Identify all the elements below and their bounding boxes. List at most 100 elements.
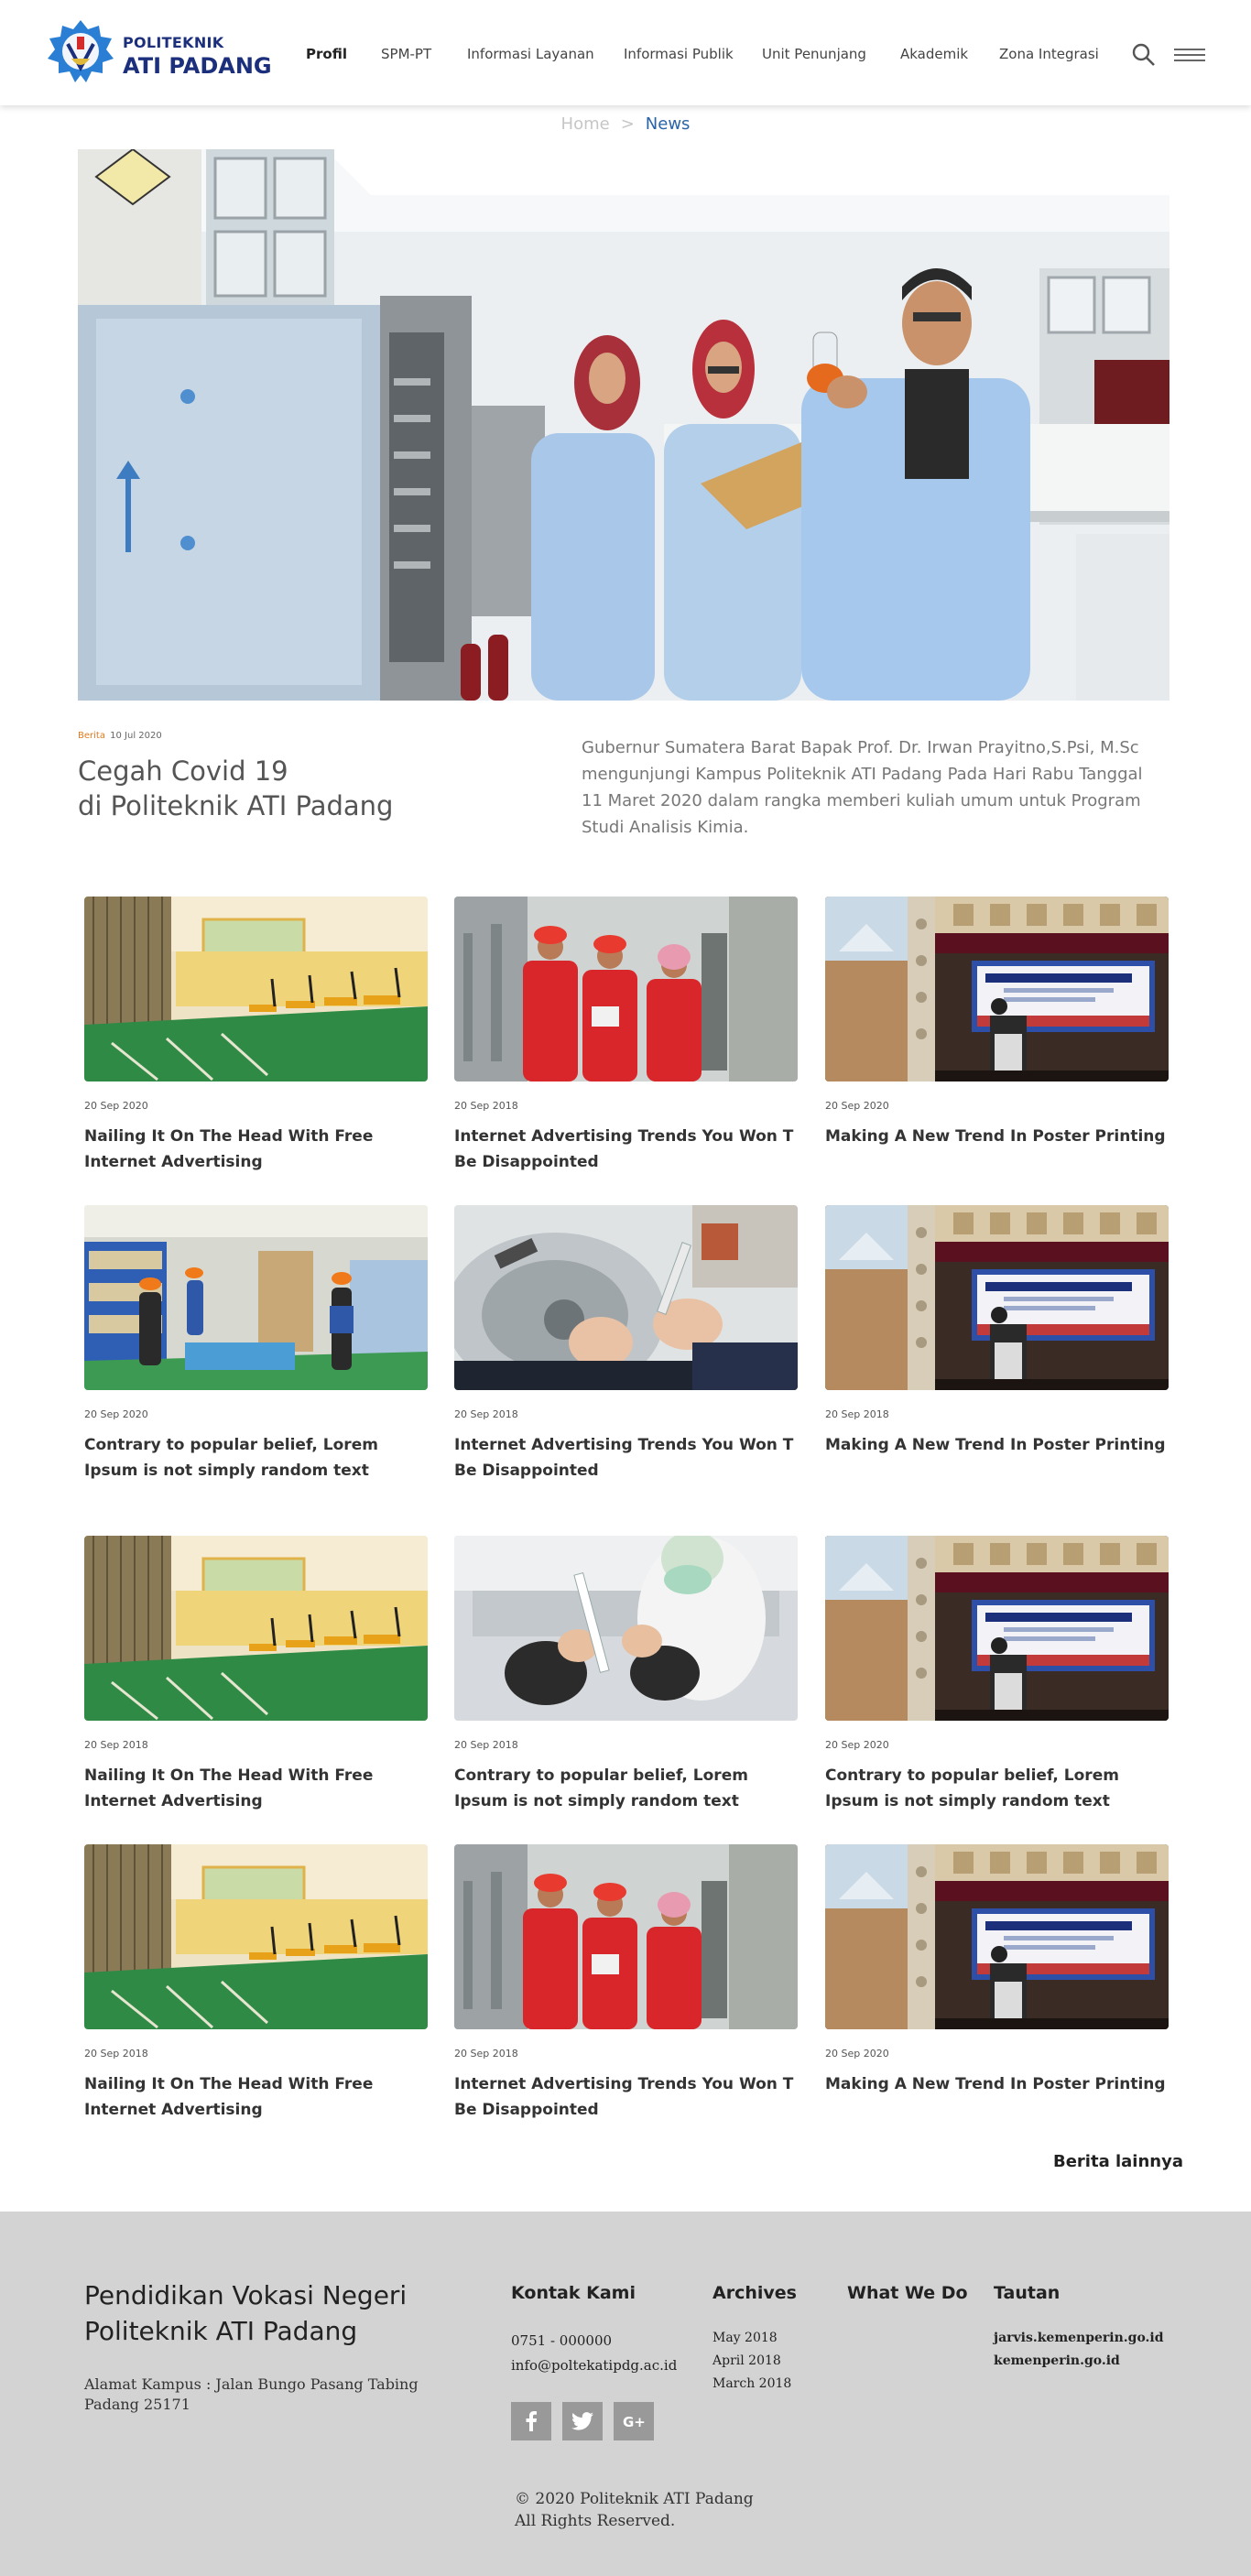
news-card-title[interactable]: Internet Advertising Trends You Won T Be…	[454, 1432, 798, 1484]
footer-archive-item[interactable]: April 2018	[713, 2353, 781, 2368]
footer-title-line1: Pendidikan Vokasi Negeri	[84, 2280, 408, 2310]
news-card[interactable]: 20 Sep 2018 Internet Advertising Trends …	[454, 1844, 798, 2123]
news-card-image[interactable]	[454, 1205, 798, 1390]
facebook-icon	[526, 2411, 537, 2431]
featured-hero-image[interactable]	[78, 149, 1169, 701]
news-card-image[interactable]	[84, 1205, 428, 1390]
news-card-title[interactable]: Making A New Trend In Poster Printing	[825, 1124, 1169, 1149]
news-card-image[interactable]	[84, 1844, 428, 2029]
news-card-title[interactable]: Internet Advertising Trends You Won T Be…	[454, 2071, 798, 2123]
news-card-title[interactable]: Nailing It On The Head With Free Interne…	[84, 1124, 428, 1175]
footer-archives-heading: Archives	[713, 2283, 797, 2303]
news-card[interactable]: 20 Sep 2018 Making A New Trend In Poster…	[825, 1205, 1169, 1458]
news-card-image[interactable]	[454, 1844, 798, 2029]
news-card[interactable]: 20 Sep 2018 Contrary to popular belief, …	[454, 1536, 798, 1814]
brand-top-text: POLITEKNIK	[123, 34, 224, 51]
featured-meta: Berita 10 Jul 2020	[78, 731, 162, 741]
site-footer: Pendidikan Vokasi Negeri Politeknik ATI …	[0, 2212, 1251, 2576]
footer-address: Alamat Kampus : Jalan Bungo Pasang Tabin…	[84, 2375, 451, 2415]
politeknik-logo[interactable]	[44, 16, 117, 86]
news-card-title[interactable]: Contrary to popular belief, Lorem Ipsum …	[825, 1763, 1169, 1814]
news-card[interactable]: 20 Sep 2020 Contrary to popular belief, …	[825, 1536, 1169, 1814]
footer-archive-item[interactable]: March 2018	[713, 2376, 791, 2391]
news-card[interactable]: 20 Sep 2018 Nailing It On The Head With …	[84, 1844, 428, 2123]
news-card-image[interactable]	[454, 897, 798, 1081]
news-card[interactable]: 20 Sep 2020 Contrary to popular belief, …	[84, 1205, 428, 1484]
news-card-date: 20 Sep 2020	[825, 2048, 889, 2060]
breadcrumb: Home > News	[0, 114, 1251, 134]
google-plus-button[interactable]: G+	[614, 2402, 654, 2440]
footer-address-line1: Alamat Kampus : Jalan Bungo Pasang Tabin…	[84, 2375, 419, 2393]
footer-title: Pendidikan Vokasi Negeri Politeknik ATI …	[84, 2277, 469, 2349]
news-card-title[interactable]: Nailing It On The Head With Free Interne…	[84, 2071, 428, 2123]
footer-email[interactable]: info@poltekatipdg.ac.id	[511, 2357, 677, 2374]
news-card-image[interactable]	[84, 1536, 428, 1721]
news-card[interactable]: 20 Sep 2020 Nailing It On The Head With …	[84, 897, 428, 1175]
nav-unit-penunjang[interactable]: Unit Penunjang	[762, 46, 866, 62]
news-card[interactable]: 20 Sep 2018 Internet Advertising Trends …	[454, 897, 798, 1175]
footer-contact-heading: Kontak Kami	[511, 2283, 636, 2303]
footer-link-item[interactable]: jarvis.kemenperin.go.id	[994, 2331, 1164, 2345]
news-card-image[interactable]	[825, 1844, 1169, 2029]
twitter-button[interactable]	[562, 2402, 603, 2440]
footer-link-item[interactable]: kemenperin.go.id	[994, 2353, 1120, 2368]
news-card-image[interactable]	[825, 897, 1169, 1081]
google-plus-icon: G+	[623, 2414, 645, 2429]
news-card-date: 20 Sep 2020	[825, 1100, 889, 1112]
news-card-title[interactable]: Making A New Trend In Poster Printing	[825, 1432, 1169, 1458]
brand-bottom-text: ATI PADANG	[123, 53, 272, 79]
news-card-image[interactable]	[825, 1536, 1169, 1721]
news-card-date: 20 Sep 2018	[454, 1739, 518, 1751]
footer-archive-item[interactable]: May 2018	[713, 2331, 778, 2345]
nav-akademik[interactable]: Akademik	[900, 46, 968, 62]
news-card-date: 20 Sep 2018	[454, 1100, 518, 1112]
breadcrumb-separator: >	[620, 114, 635, 134]
nav-spm-pt[interactable]: SPM-PT	[381, 46, 431, 62]
featured-category[interactable]: Berita	[78, 731, 105, 741]
site-header: POLITEKNIK ATI PADANG Profil SPM-PT Info…	[0, 0, 1251, 105]
copyright-line1: © 2020 Politeknik ATI Padang	[515, 2490, 754, 2508]
footer-what-we-do-heading[interactable]: What We Do	[847, 2283, 968, 2303]
featured-title[interactable]: Cegah Covid 19 di Politeknik ATI Padang	[78, 754, 517, 823]
news-card-image[interactable]	[84, 897, 428, 1081]
news-card-date: 20 Sep 2018	[454, 2048, 518, 2060]
news-card-date: 20 Sep 2020	[84, 1100, 148, 1112]
svg-text:G+: G+	[623, 2414, 645, 2429]
breadcrumb-current: News	[645, 114, 691, 134]
news-card-title[interactable]: Making A New Trend In Poster Printing	[825, 2071, 1169, 2097]
news-card-image[interactable]	[454, 1536, 798, 1721]
nav-informasi-layanan[interactable]: Informasi Layanan	[467, 46, 594, 62]
news-card[interactable]: 20 Sep 2020 Making A New Trend In Poster…	[825, 1844, 1169, 2097]
news-card-date: 20 Sep 2020	[825, 1739, 889, 1751]
news-card-image[interactable]	[825, 1205, 1169, 1390]
footer-title-line2: Politeknik ATI Padang	[84, 2316, 358, 2346]
footer-links-heading: Tautan	[994, 2283, 1061, 2303]
facebook-button[interactable]	[511, 2402, 551, 2440]
breadcrumb-home[interactable]: Home	[561, 114, 610, 134]
news-card-date: 20 Sep 2018	[84, 1739, 148, 1751]
news-card-date: 20 Sep 2020	[84, 1408, 148, 1420]
featured-title-line2: di Politeknik ATI Padang	[78, 790, 394, 821]
featured-title-line1: Cegah Covid 19	[78, 755, 288, 787]
copyright-line2: All Rights Reserved.	[515, 2512, 676, 2530]
search-icon[interactable]	[1132, 43, 1156, 67]
footer-copyright: © 2020 Politeknik ATI Padang All Rights …	[515, 2488, 754, 2532]
nav-zona-integrasi[interactable]: Zona Integrasi	[999, 46, 1099, 62]
featured-description: Gubernur Sumatera Barat Bapak Prof. Dr. …	[582, 738, 1143, 837]
footer-address-line2: Padang 25171	[84, 2396, 190, 2413]
news-card[interactable]: 20 Sep 2018 Internet Advertising Trends …	[454, 1205, 798, 1484]
news-card[interactable]: 20 Sep 2020 Making A New Trend In Poster…	[825, 897, 1169, 1149]
hamburger-menu-icon[interactable]	[1174, 48, 1205, 62]
twitter-icon	[571, 2412, 593, 2430]
brand-name[interactable]: POLITEKNIK ATI PADANG	[123, 34, 272, 79]
footer-phone[interactable]: 0751 - 000000	[511, 2332, 612, 2349]
news-card[interactable]: 20 Sep 2018 Nailing It On The Head With …	[84, 1536, 428, 1814]
news-card-title[interactable]: Internet Advertising Trends You Won T Be…	[454, 1124, 798, 1175]
nav-informasi-publik[interactable]: Informasi Publik	[624, 46, 734, 62]
more-news-link[interactable]: Berita lainnya	[1053, 2152, 1183, 2171]
news-card-title[interactable]: Contrary to popular belief, Lorem Ipsum …	[454, 1763, 798, 1814]
news-card-title[interactable]: Nailing It On The Head With Free Interne…	[84, 1763, 428, 1814]
news-card-title[interactable]: Contrary to popular belief, Lorem Ipsum …	[84, 1432, 428, 1484]
nav-profil[interactable]: Profil	[306, 46, 347, 62]
news-card-date: 20 Sep 2018	[454, 1408, 518, 1420]
